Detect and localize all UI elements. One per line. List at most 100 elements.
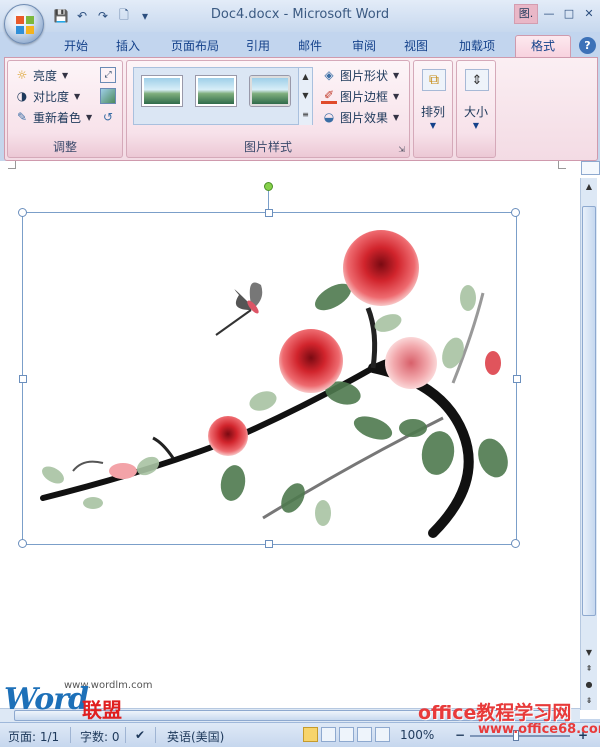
recolor-button[interactable]: ✎ 重新着色 ▼	[14, 107, 92, 127]
size-group[interactable]: ⇕ 大小 ▼	[456, 60, 496, 158]
dropdown-arrow-icon: ▼	[393, 70, 400, 80]
office-button[interactable]	[4, 4, 44, 44]
tab-page-layout[interactable]: 页面布局	[164, 36, 226, 58]
size-icon: ⇕	[465, 69, 489, 91]
outline-view-icon[interactable]	[357, 727, 372, 742]
page-corner-mark	[558, 161, 566, 169]
resize-handle[interactable]	[18, 539, 27, 548]
picture-effects-label: 图片效果	[340, 110, 389, 125]
gallery-up-icon[interactable]: ▲	[298, 68, 312, 87]
page-count[interactable]: 页面: 1/1	[8, 728, 59, 745]
divider	[70, 727, 71, 743]
compress-pictures-button[interactable]: ⤢	[100, 65, 116, 85]
style-thumbnail[interactable]	[196, 76, 236, 106]
compress-pictures-icon: ⤢	[100, 67, 116, 83]
tab-home[interactable]: 开始	[58, 36, 94, 58]
picture-shape-button[interactable]: ◈ 图片形状 ▼	[321, 65, 399, 85]
dropdown-arrow-icon: ▼	[62, 70, 69, 80]
zoom-out-icon[interactable]: −	[455, 728, 465, 742]
dropdown-arrow-icon: ▼	[393, 91, 400, 101]
office-logo-icon	[16, 16, 34, 34]
dropdown-arrow-icon: ▼	[472, 121, 480, 130]
window-title: Doc4.docx - Microsoft Word	[210, 7, 390, 22]
minimize-button[interactable]: —	[540, 6, 558, 22]
word-lianmeng-watermark: www.wordlm.com Word 联盟	[4, 680, 154, 724]
language-indicator[interactable]: 英语(美国)	[167, 728, 224, 745]
resize-handle[interactable]	[511, 539, 520, 548]
page-corner-mark	[8, 161, 16, 169]
tab-view[interactable]: 视图	[398, 36, 434, 58]
tab-insert[interactable]: 插入	[110, 36, 146, 58]
word-count[interactable]: 字数: 0	[80, 728, 120, 745]
resize-handle[interactable]	[511, 208, 520, 217]
ribbon-tabs: 开始 插入 页面布局 引用 邮件 审阅 视图 加载项 格式 ?	[0, 32, 600, 59]
gallery-more-icon[interactable]: ≡	[298, 106, 312, 125]
watermark-brand: Word	[4, 682, 89, 717]
contrast-button[interactable]: ◑ 对比度 ▼	[14, 86, 80, 106]
style-thumbnail[interactable]	[142, 76, 182, 106]
effects-icon: ◒	[323, 110, 335, 124]
picture-styles-group: ▲ ▼ ≡ ◈ 图片形状 ▼ ✐ 图片边框 ▼ ◒ 图片效果 ▼ 图片样式 ⇲	[126, 60, 410, 158]
contrast-label: 对比度	[33, 89, 70, 104]
ruler-toggle-icon[interactable]	[581, 161, 600, 175]
proofing-icon[interactable]: ✔	[135, 728, 145, 742]
arrange-group[interactable]: ⧉ 排列 ▼	[413, 60, 453, 158]
previous-page-icon[interactable]: ⇞	[582, 662, 596, 676]
recolor-icon: ✎	[16, 110, 28, 124]
close-button[interactable]: ✕	[580, 6, 598, 22]
tab-format[interactable]: 格式	[515, 35, 571, 59]
arrange-icon: ⧉	[422, 69, 446, 91]
reset-picture-button[interactable]: ↺	[100, 107, 116, 127]
resize-handle[interactable]	[265, 540, 273, 548]
tab-review[interactable]: 审阅	[346, 36, 382, 58]
pen-icon: ✐	[321, 88, 337, 104]
divider	[155, 727, 156, 743]
office68-watermark: office教程学习网	[418, 702, 572, 724]
resize-handle[interactable]	[265, 209, 273, 217]
adjust-group-label: 调整	[52, 140, 77, 154]
contrast-icon: ◑	[16, 89, 28, 103]
inserted-picture[interactable]	[18, 208, 521, 548]
rotation-handle[interactable]	[264, 182, 273, 191]
print-layout-view-icon[interactable]	[303, 727, 318, 742]
adjust-group: ☼ 亮度 ▼ ◑ 对比度 ▼ ✎ 重新着色 ▼ ⤢ ↺ 调整	[7, 60, 123, 158]
web-layout-view-icon[interactable]	[339, 727, 354, 742]
full-screen-reading-view-icon[interactable]	[321, 727, 336, 742]
next-page-icon[interactable]: ⇟	[582, 694, 596, 708]
picture-effects-button[interactable]: ◒ 图片效果 ▼	[321, 107, 399, 127]
help-icon[interactable]: ?	[579, 37, 596, 54]
resize-handle[interactable]	[513, 375, 521, 383]
select-browse-object-icon[interactable]: ●	[582, 678, 596, 692]
zoom-level[interactable]: 100%	[400, 728, 434, 742]
resize-handle[interactable]	[19, 375, 27, 383]
tab-mailings[interactable]: 邮件	[292, 36, 328, 58]
tab-addins[interactable]: 加载项	[452, 36, 502, 58]
watermark-cn: 联盟	[82, 698, 122, 722]
reset-picture-icon: ↺	[102, 110, 114, 124]
vertical-scroll-thumb[interactable]	[582, 206, 596, 616]
picture-tools-context-tab[interactable]: 图.	[514, 4, 538, 24]
draft-view-icon[interactable]	[375, 727, 390, 742]
resize-handle[interactable]	[18, 208, 27, 217]
picture-border-button[interactable]: ✐ 图片边框 ▼	[321, 86, 399, 106]
divider	[125, 727, 126, 743]
maximize-button[interactable]: □	[560, 6, 578, 22]
style-thumbnail[interactable]	[250, 76, 290, 106]
scroll-up-icon[interactable]: ▲	[582, 180, 596, 194]
picture-shape-label: 图片形状	[340, 68, 389, 83]
rotation-handle-line	[268, 191, 269, 211]
dropdown-arrow-icon: ▼	[86, 112, 93, 122]
office68-url-watermark: www.office68.com	[478, 722, 600, 737]
gallery-down-icon[interactable]: ▼	[298, 87, 312, 106]
dialog-launcher-icon[interactable]: ⇲	[398, 145, 405, 154]
arrange-label: 排列	[420, 105, 445, 119]
change-picture-button[interactable]	[100, 86, 116, 106]
picture-border-label: 图片边框	[340, 89, 389, 104]
brightness-label: 亮度	[33, 68, 58, 83]
recolor-label: 重新着色	[33, 110, 82, 125]
title-bar: 💾 ↶ ↷ 🗋 ▾ Doc4.docx - Microsoft Word 图. …	[0, 0, 600, 32]
tab-references[interactable]: 引用	[240, 36, 276, 58]
vertical-scrollbar[interactable]: ▲ ▼ ⇞ ● ⇟	[580, 178, 597, 710]
scroll-down-icon[interactable]: ▼	[582, 646, 596, 660]
brightness-button[interactable]: ☼ 亮度 ▼	[14, 65, 69, 85]
